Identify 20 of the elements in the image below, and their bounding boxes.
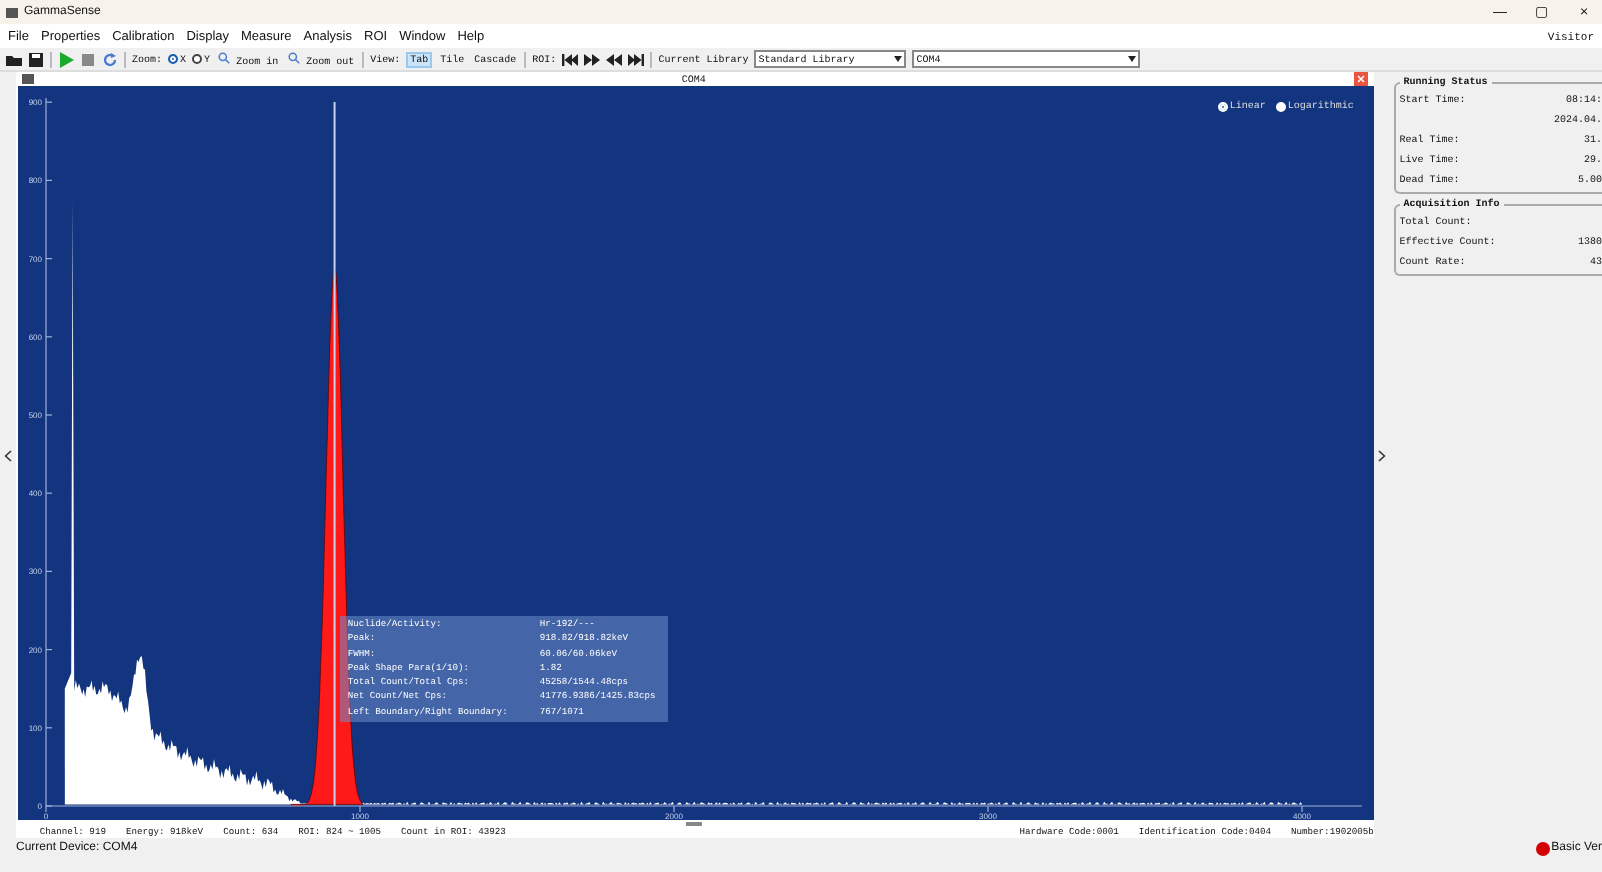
spectrum-plot[interactable]	[17, 86, 1374, 820]
radio-dot[interactable]	[168, 54, 179, 64]
caret-icon[interactable]	[1128, 56, 1137, 62]
app-icon	[6, 7, 18, 17]
magnifier-icon	[288, 51, 301, 63]
status-dot	[1535, 841, 1550, 855]
skip-back-icon[interactable]	[562, 51, 579, 67]
caret-icon[interactable]	[894, 56, 903, 62]
cursor-line[interactable]	[333, 101, 336, 807]
close-button[interactable]	[1353, 72, 1368, 86]
skip-forward-icon[interactable]	[628, 51, 645, 67]
save-icon[interactable]	[28, 51, 44, 67]
refresh-icon[interactable]	[102, 51, 118, 67]
magnifier-icon	[218, 51, 231, 63]
chevron-left-icon[interactable]	[3, 449, 12, 461]
document-icon	[21, 74, 34, 84]
scroll-thumb[interactable]	[686, 821, 703, 826]
stop-icon[interactable]	[80, 51, 96, 67]
chevron-right-icon[interactable]	[1377, 449, 1386, 461]
radio-dot[interactable]	[192, 54, 203, 64]
